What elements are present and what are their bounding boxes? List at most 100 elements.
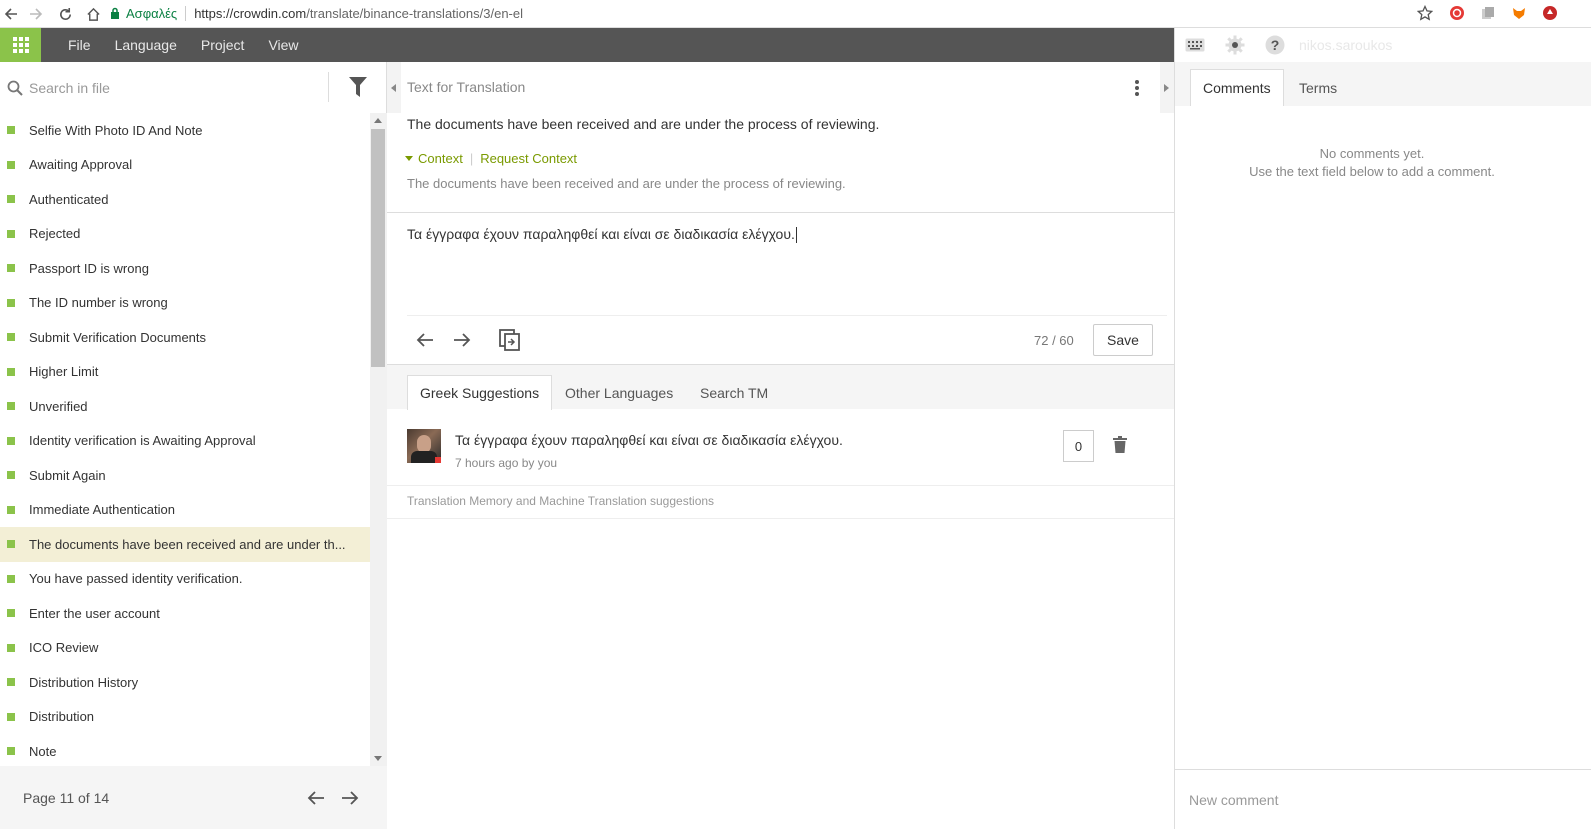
list-item-label: Higher Limit: [29, 364, 99, 380]
collapse-left-icon[interactable]: [387, 62, 401, 113]
avatar-body: [411, 451, 437, 463]
tab-greek-suggestions[interactable]: Greek Suggestions: [407, 375, 553, 410]
list-item-label: Awaiting Approval: [29, 157, 133, 173]
list-item[interactable]: Higher Limit: [0, 355, 370, 390]
status-dot: [7, 126, 15, 135]
list-item[interactable]: Identity verification is Awaiting Approv…: [0, 424, 370, 459]
svg-text:?: ?: [1271, 37, 1280, 53]
list-item[interactable]: Distribution: [0, 700, 370, 735]
help-icon[interactable]: ?: [1255, 28, 1295, 62]
pagination: Page 11 of 14: [0, 766, 387, 829]
list-item-label: Unverified: [29, 398, 88, 414]
new-comment-area: [1175, 769, 1591, 829]
search-icon: [1, 80, 29, 96]
status-dot: [7, 298, 15, 307]
extension-copy-icon[interactable]: [1479, 4, 1497, 22]
status-dot: [7, 540, 15, 549]
tab-search-tm[interactable]: Search TM: [688, 375, 780, 410]
list-item[interactable]: ICO Review: [0, 631, 370, 666]
list-item[interactable]: Distribution History: [0, 665, 370, 700]
settings-gear-icon[interactable]: [1215, 28, 1255, 62]
avatar: [407, 429, 441, 463]
more-options-icon[interactable]: [1127, 78, 1147, 98]
list-item-label: Note: [29, 743, 57, 759]
search-input[interactable]: [29, 72, 319, 103]
list-item[interactable]: Enter the user account: [0, 596, 370, 631]
lock-icon: [111, 7, 119, 19]
save-button[interactable]: Save: [1093, 324, 1153, 356]
tab-other-languages[interactable]: Other Languages: [553, 375, 685, 410]
list-item[interactable]: Submit Verification Documents: [0, 320, 370, 355]
request-context-link[interactable]: Request Context: [480, 151, 577, 166]
list-item[interactable]: Unverified: [0, 389, 370, 424]
list-scrollbar[interactable]: [370, 113, 387, 766]
status-dot: [7, 333, 15, 342]
status-dot: [7, 505, 15, 514]
context-toggle[interactable]: Context: [418, 151, 463, 166]
list-item-selected[interactable]: The documents have been received and are…: [0, 527, 370, 562]
delete-trash-icon[interactable]: [1111, 434, 1129, 454]
string-list: Selfie With Photo ID And Note Awaiting A…: [0, 113, 370, 766]
tab-terms[interactable]: Terms: [1287, 69, 1349, 106]
keyboard-icon[interactable]: [1175, 28, 1215, 62]
status-dot: [7, 436, 15, 445]
translation-text: Τα έγγραφα έχουν παραληφθεί και είναι σε…: [407, 226, 795, 242]
collapse-right-icon[interactable]: [1160, 62, 1174, 113]
back-icon[interactable]: [0, 0, 22, 28]
list-item[interactable]: Submit Again: [0, 458, 370, 493]
list-item[interactable]: The ID number is wrong: [0, 286, 370, 321]
list-item[interactable]: Note: [0, 734, 370, 766]
translation-input[interactable]: Τα έγγραφα έχουν παραληφθεί και είναι σε…: [407, 226, 797, 244]
list-item-label: Enter the user account: [29, 605, 160, 621]
expand-triangle-icon[interactable]: [405, 156, 413, 161]
extension-red-icon[interactable]: [1541, 4, 1559, 22]
list-item[interactable]: Rejected: [0, 217, 370, 252]
reload-icon[interactable]: [54, 0, 76, 28]
new-comment-input[interactable]: [1189, 786, 1569, 814]
list-item-label: The documents have been received and are…: [29, 536, 346, 552]
list-item[interactable]: Passport ID is wrong: [0, 251, 370, 286]
status-dot: [7, 160, 15, 169]
menu-project[interactable]: Project: [189, 28, 257, 62]
apps-grid-icon[interactable]: [0, 28, 41, 62]
menu-language[interactable]: Language: [103, 28, 189, 62]
extension-fox-icon[interactable]: [1510, 4, 1528, 22]
divider: [407, 315, 1167, 316]
home-icon[interactable]: [82, 0, 104, 28]
filter-icon[interactable]: [328, 72, 386, 102]
list-item[interactable]: Awaiting Approval: [0, 148, 370, 183]
scroll-thumb[interactable]: [371, 129, 385, 367]
status-dot: [7, 574, 15, 583]
username[interactable]: nikos.saroukos: [1295, 37, 1406, 53]
address-bar[interactable]: Ασφαλές https://crowdin.com/translate/bi…: [110, 2, 1440, 24]
suggestion-text[interactable]: Τα έγγραφα έχουν παραληφθεί και είναι σε…: [455, 432, 843, 448]
list-item-label: Rejected: [29, 226, 81, 242]
status-dot: [7, 229, 15, 238]
list-item[interactable]: Selfie With Photo ID And Note: [0, 113, 370, 148]
forward-icon[interactable]: [25, 0, 47, 28]
suggestion-item[interactable]: Τα έγγραφα έχουν παραληφθεί και είναι σε…: [387, 409, 1174, 486]
menu-file[interactable]: File: [56, 28, 103, 62]
app-menu-bar: File Language Project View ? nikos.sarou…: [0, 28, 1591, 62]
tab-comments[interactable]: Comments: [1190, 69, 1284, 106]
prev-page-icon[interactable]: [306, 788, 326, 808]
status-dot: [7, 367, 15, 376]
scroll-down-icon[interactable]: [374, 756, 382, 761]
extension-adblock-icon[interactable]: [1448, 4, 1466, 22]
bookmark-star-icon[interactable]: [1416, 4, 1434, 22]
empty-line-1: No comments yet.: [1319, 146, 1425, 161]
list-item[interactable]: Immediate Authentication: [0, 493, 370, 528]
list-item[interactable]: Authenticated: [0, 182, 370, 217]
url-path: /translate/binance-translations/3/en-el: [306, 5, 523, 21]
previous-string-icon[interactable]: [413, 328, 437, 352]
next-page-icon[interactable]: [340, 788, 360, 808]
copy-source-icon[interactable]: [498, 328, 522, 352]
menu-view[interactable]: View: [256, 28, 310, 62]
text-caret: [795, 227, 797, 244]
scroll-up-icon[interactable]: [374, 118, 382, 123]
list-item-label: Distribution: [29, 709, 95, 725]
next-string-icon[interactable]: [450, 328, 474, 352]
list-item[interactable]: You have passed identity verification.: [0, 562, 370, 597]
comments-panel: Comments Terms No comments yet. Use the …: [1174, 62, 1591, 829]
vote-count[interactable]: 0: [1063, 430, 1094, 462]
